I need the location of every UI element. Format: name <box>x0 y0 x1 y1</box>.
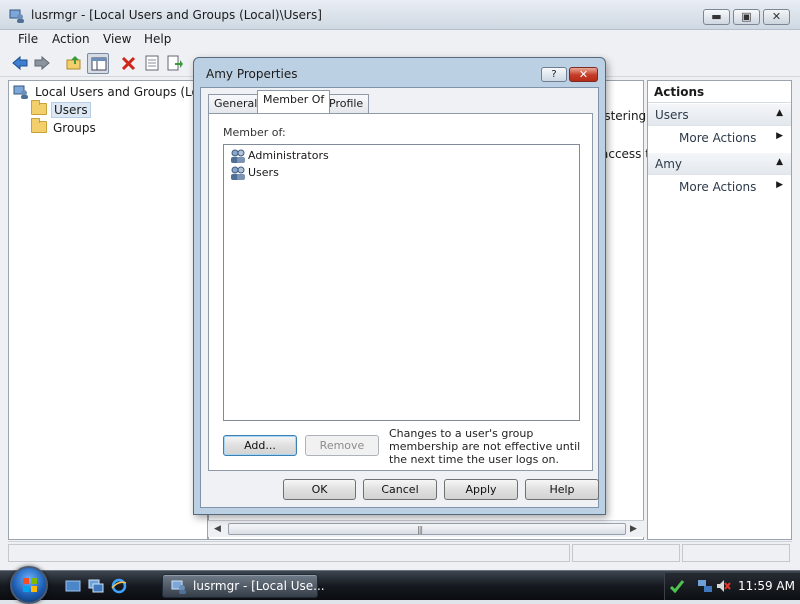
member-of-page: Member of: Administrators Users Add... R… <box>208 113 593 471</box>
submenu-arrow-icon: ▶ <box>776 131 783 141</box>
actions-title: Actions <box>654 85 705 99</box>
up-one-level-button[interactable] <box>63 53 85 74</box>
window-titlebar[interactable]: lusrmgr - [Local Users and Groups (Local… <box>0 0 800 30</box>
status-bar <box>8 541 792 563</box>
show-desktop-icon[interactable] <box>65 578 81 594</box>
group-list[interactable]: Administrators Users <box>223 144 580 421</box>
actions-section-title: Amy <box>655 157 682 171</box>
tree-item-users-label: Users <box>51 102 91 118</box>
description-fragment: istering <box>601 109 647 123</box>
collapse-arrow-icon[interactable]: ▲ <box>776 157 783 167</box>
menu-bar: File Action View Help <box>0 30 800 50</box>
taskbar-button-label: lusrmgr - [Local Use... <box>193 579 325 593</box>
actions-pane: Actions Users ▲ More Actions ▶ Amy ▲ Mor… <box>647 80 792 540</box>
volume-muted-icon[interactable] <box>715 578 731 594</box>
back-arrow-icon <box>12 55 28 71</box>
dialog-close-button[interactable]: ✕ <box>569 67 598 82</box>
menu-action[interactable]: Action <box>52 32 90 46</box>
windows-logo-icon <box>23 578 37 592</box>
tab-general[interactable]: General <box>208 94 264 113</box>
list-item[interactable]: Users <box>230 165 430 181</box>
forward-button[interactable] <box>31 53 53 74</box>
dialog-help-button[interactable]: ? <box>541 67 567 82</box>
apply-button[interactable]: Apply <box>444 479 518 500</box>
folder-icon <box>31 100 47 115</box>
dialog-body: General Member Of Profile Member of: Adm… <box>200 87 599 508</box>
actions-section-title: Users <box>655 108 689 122</box>
clock[interactable]: 11:59 AM <box>738 579 795 593</box>
menu-view[interactable]: View <box>103 32 131 46</box>
ok-button[interactable]: OK <box>283 479 356 500</box>
minimize-button[interactable]: ▬ <box>703 9 730 25</box>
dialog-title: Amy Properties <box>206 67 298 81</box>
show-hide-console-tree-icon <box>91 57 107 71</box>
list-item[interactable]: Administrators <box>230 148 430 164</box>
tree-item-groups-label: Groups <box>53 121 96 135</box>
tab-member-of[interactable]: Member Of <box>257 90 331 113</box>
switch-windows-icon[interactable] <box>88 578 104 594</box>
folder-icon <box>31 118 47 133</box>
properties-icon <box>145 55 159 71</box>
delete-x-icon <box>121 56 136 71</box>
forward-arrow-icon <box>34 55 50 71</box>
menu-help[interactable]: Help <box>144 32 171 46</box>
cancel-button[interactable]: Cancel <box>363 479 437 500</box>
more-actions-amy[interactable]: More Actions ▶ <box>648 176 791 198</box>
maximize-button[interactable]: ▣ <box>733 9 760 25</box>
description-fragment: access t <box>601 147 650 161</box>
add-button[interactable]: Add... <box>223 435 297 456</box>
group-icon <box>231 149 245 163</box>
show-hide-tree-button[interactable] <box>87 53 109 74</box>
status-cell <box>682 544 790 562</box>
notification-area: 11:59 AM <box>664 573 800 600</box>
console-tree: Local Users and Groups (Local Users Grou… <box>8 80 216 540</box>
actions-section-amy[interactable]: Amy ▲ <box>648 153 791 175</box>
close-button[interactable]: ✕ <box>763 9 790 25</box>
scroll-left-icon[interactable]: ◀ <box>214 524 221 534</box>
collapse-arrow-icon[interactable]: ▲ <box>776 108 783 118</box>
scroll-thumb[interactable]: ||| <box>228 523 626 535</box>
delete-button[interactable] <box>118 53 140 74</box>
more-actions-users[interactable]: More Actions ▶ <box>648 127 791 149</box>
tree-root-label: Local Users and Groups (Local <box>35 85 217 99</box>
member-of-label: Member of: <box>223 126 286 139</box>
help-button[interactable]: Help <box>525 479 599 500</box>
membership-note: Changes to a user's group membership are… <box>389 427 581 466</box>
computer-users-icon <box>9 9 24 23</box>
taskbar: lusrmgr - [Local Use... 11:59 AM <box>0 566 800 604</box>
export-list-button[interactable] <box>164 53 186 74</box>
computer-users-icon <box>13 85 28 99</box>
up-folder-icon <box>66 56 81 70</box>
submenu-arrow-icon: ▶ <box>776 180 783 190</box>
amy-properties-dialog: Amy Properties ? ✕ General Member Of Pro… <box>193 57 606 515</box>
group-name: Administrators <box>248 149 329 162</box>
group-icon <box>231 166 245 180</box>
remove-button[interactable]: Remove <box>305 435 379 456</box>
status-cell <box>572 544 680 562</box>
network-icon[interactable] <box>697 578 713 594</box>
grip-icon: ||| <box>417 525 423 534</box>
actions-header: Actions <box>648 81 791 103</box>
actions-section-users[interactable]: Users ▲ <box>648 104 791 126</box>
taskbar-button-lusrmgr[interactable]: lusrmgr - [Local Use... <box>162 574 325 598</box>
computer-users-icon <box>171 580 186 594</box>
status-cell <box>8 544 570 562</box>
export-list-icon <box>167 55 183 71</box>
scroll-right-icon[interactable]: ▶ <box>630 524 637 534</box>
window-title: lusrmgr - [Local Users and Groups (Local… <box>31 8 322 22</box>
group-name: Users <box>248 166 279 179</box>
properties-button[interactable] <box>141 53 163 74</box>
menu-file[interactable]: File <box>18 32 38 46</box>
internet-explorer-icon[interactable] <box>111 578 127 594</box>
tree-root[interactable]: Local Users and Groups (Local <box>13 84 216 100</box>
more-actions-label: More Actions <box>679 131 757 145</box>
start-button[interactable] <box>10 566 48 604</box>
tree-item-groups[interactable]: Groups <box>31 118 191 136</box>
more-actions-label: More Actions <box>679 180 757 194</box>
tree-item-users[interactable]: Users <box>31 100 191 118</box>
security-check-icon[interactable] <box>669 578 685 594</box>
back-button[interactable] <box>9 53 31 74</box>
horizontal-scrollbar[interactable]: ◀ ||| ▶ <box>208 520 644 537</box>
